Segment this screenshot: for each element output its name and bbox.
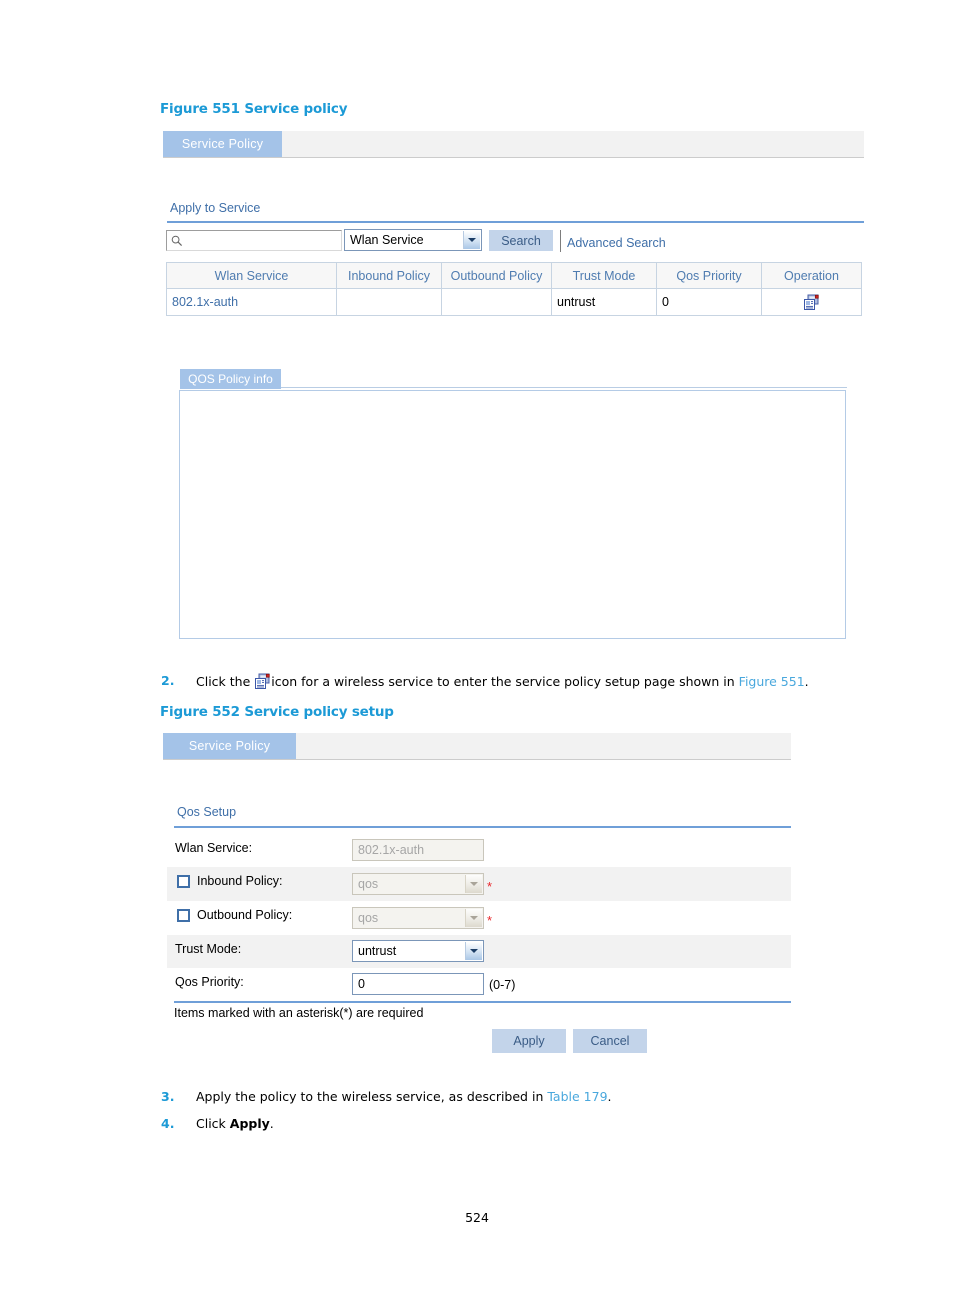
tab-service-policy-setup[interactable]: Service Policy (163, 733, 296, 759)
column-header-qos-priority[interactable]: Qos Priority (656, 262, 762, 289)
cell-outbound-policy (441, 288, 552, 316)
figure-552-screenshot: Service Policy Qos Setup Wlan Service: 8… (163, 733, 791, 1060)
label-qos-priority: Qos Priority: (175, 975, 244, 989)
chevron-down-icon (465, 909, 482, 927)
step-4-text-end: . (269, 1116, 274, 1131)
figure-551-caption: Figure 551 Service policy (160, 101, 348, 117)
service-policy-table: Wlan Service Inbound Policy Outbound Pol… (166, 262, 862, 316)
outbound-policy-required-marker: * (487, 913, 493, 928)
advanced-search-link[interactable]: Advanced Search (567, 236, 666, 250)
search-icon (171, 235, 183, 247)
figure-551-screenshot: Service Policy Apply to Service Wlan Ser… (163, 131, 864, 651)
search-button-label: Search (501, 234, 541, 248)
qos-policy-info-body (180, 391, 845, 403)
tab-service-policy[interactable]: Service Policy (163, 131, 282, 157)
cell-trust-mode: untrust (551, 288, 657, 316)
inbound-policy-checkbox[interactable] (177, 875, 190, 888)
table-header-row: Wlan Service Inbound Policy Outbound Pol… (166, 262, 862, 289)
step-2-text-after: icon for a wireless service to enter the… (271, 674, 735, 689)
label-trust-mode: Trust Mode: (175, 942, 242, 956)
step-2-text: Click the icon for a wireless service to… (196, 673, 809, 690)
search-filter-select[interactable]: Wlan Service (344, 229, 482, 251)
form-bottom-rule (174, 1001, 791, 1003)
cell-qos-priority: 0 (656, 288, 762, 316)
qos-priority-hint: (0-7) (489, 978, 516, 992)
tabstrip-552: Service Policy (163, 733, 791, 760)
qos-policy-info-panel (179, 390, 846, 639)
document-page: Figure 551 Service policy Service Policy… (0, 0, 954, 1296)
search-button[interactable]: Search (489, 230, 553, 251)
search-filter-value: Wlan Service (350, 233, 424, 247)
service-policy-setup-icon[interactable] (803, 294, 820, 311)
step-3-text-before: Apply the policy to the wireless service… (196, 1089, 544, 1104)
column-header-inbound-policy[interactable]: Inbound Policy (336, 262, 442, 289)
wlan-service-field: 802.1x-auth (352, 839, 484, 861)
column-header-outbound-policy[interactable]: Outbound Policy (441, 262, 552, 289)
service-policy-setup-icon (255, 673, 270, 689)
form-row-inbound-policy: Inbound Policy: qos * (167, 867, 791, 901)
step-3-text-end: . (607, 1089, 612, 1104)
step-3-text: Apply the policy to the wireless service… (196, 1089, 612, 1104)
cell-operation (761, 288, 862, 316)
column-header-operation: Operation (761, 262, 862, 289)
apply-button-label: Apply (513, 1034, 545, 1048)
step-4-bold-text: Apply (229, 1116, 270, 1131)
step-3-number: 3. (161, 1089, 175, 1104)
trust-mode-value: untrust (358, 944, 397, 958)
chevron-down-icon[interactable] (463, 231, 480, 249)
separator (560, 230, 561, 252)
qos-priority-field[interactable]: 0 (352, 973, 484, 995)
chevron-down-icon[interactable] (465, 942, 482, 960)
chevron-down-icon (465, 875, 482, 893)
outbound-policy-select: qos (352, 907, 484, 929)
label-inbound-policy: Inbound Policy: (197, 874, 283, 888)
form-row-outbound-policy: Outbound Policy: qos * (167, 901, 791, 935)
qos-policy-info-tab[interactable]: QOS Policy info (180, 369, 281, 389)
step-4-text-before: Click (196, 1116, 226, 1131)
column-header-trust-mode[interactable]: Trust Mode (551, 262, 657, 289)
wlan-service-value: 802.1x-auth (358, 843, 425, 857)
form-row-qos-priority: Qos Priority: 0 (0-7) (167, 968, 791, 1001)
trust-mode-select[interactable]: untrust (352, 940, 484, 962)
qos-priority-value: 0 (358, 977, 365, 991)
step-4-text: Click Apply. (196, 1116, 274, 1131)
apply-button[interactable]: Apply (492, 1029, 566, 1053)
outbound-policy-checkbox[interactable] (177, 909, 190, 922)
page-number: 524 (465, 1210, 489, 1225)
cell-inbound-policy (336, 288, 442, 316)
step-2-number: 2. (161, 673, 175, 688)
outbound-policy-value: qos (358, 911, 379, 925)
section-rule (167, 221, 864, 223)
step-3-xref[interactable]: Table 179 (547, 1089, 607, 1104)
cancel-button[interactable]: Cancel (573, 1029, 647, 1053)
figure-552-caption: Figure 552 Service policy setup (160, 704, 394, 720)
section-label-qos-setup: Qos Setup (177, 805, 237, 819)
cancel-button-label: Cancel (590, 1034, 630, 1048)
column-header-wlan-service[interactable]: Wlan Service (166, 262, 337, 289)
inbound-policy-value: qos (358, 877, 379, 891)
form-row-wlan-service: Wlan Service: 802.1x-auth (167, 834, 791, 867)
qos-setup-rule (174, 826, 791, 828)
step-2-text-before: Click the (196, 674, 251, 689)
label-outbound-policy: Outbound Policy: (197, 908, 293, 922)
form-row-trust-mode: Trust Mode: untrust (167, 935, 791, 968)
required-fields-note: Items marked with an asterisk(*) are req… (174, 1006, 424, 1020)
qos-policy-info-tab-label: QOS Policy info (188, 372, 273, 386)
step-2-text-end: . (804, 674, 809, 689)
tabstrip-551: Service Policy (163, 131, 864, 158)
cell-wlan-service[interactable]: 802.1x-auth (166, 288, 337, 316)
inbound-policy-select: qos (352, 873, 484, 895)
inbound-policy-required-marker: * (487, 879, 493, 894)
section-label-apply-to-service: Apply to Service (170, 201, 261, 215)
table-row: 802.1x-auth untrust 0 (166, 288, 862, 316)
qos-panel-rule (281, 387, 847, 388)
search-input-wrapper[interactable] (166, 230, 342, 251)
step-2-xref[interactable]: Figure 551 (739, 674, 805, 689)
label-wlan-service: Wlan Service: (175, 841, 253, 855)
step-4-number: 4. (161, 1116, 175, 1131)
search-input[interactable] (185, 233, 329, 250)
